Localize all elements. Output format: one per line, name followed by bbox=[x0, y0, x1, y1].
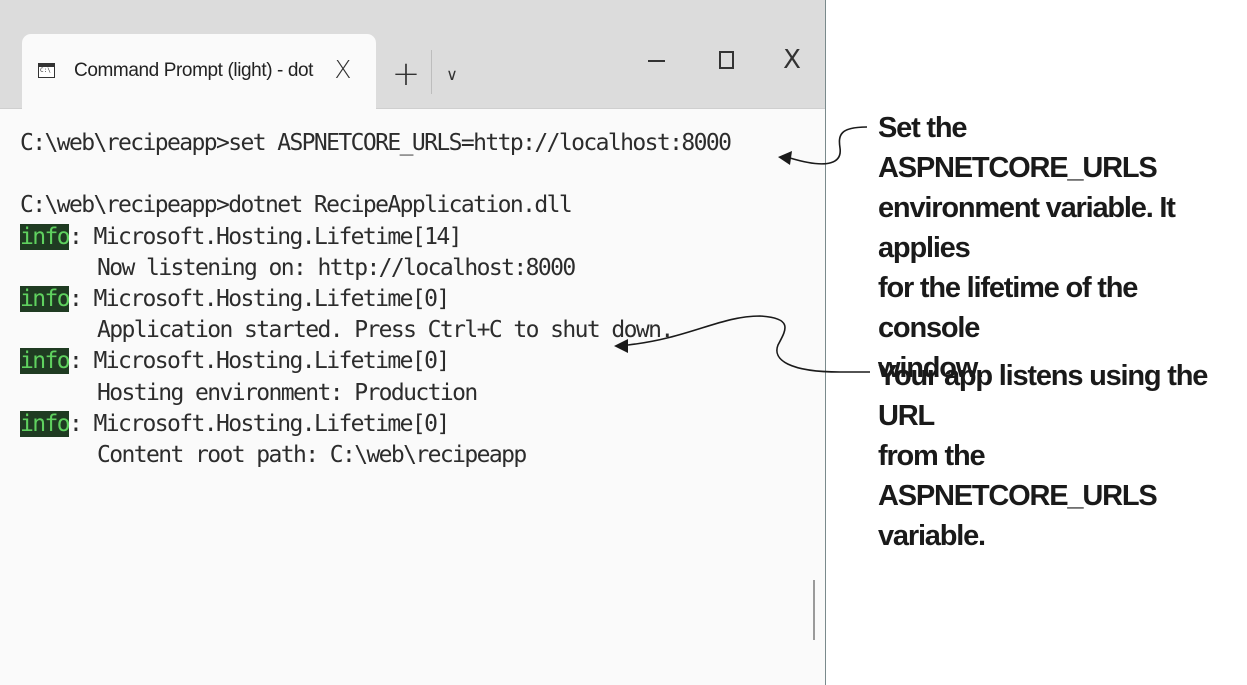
annotation-line: from the ASPNETCORE_URLS bbox=[878, 440, 1158, 512]
console-line-text: : Microsoft.Hosting.Lifetime[0] bbox=[69, 348, 450, 375]
log-level-badge: info bbox=[20, 348, 71, 375]
annotation-line: Your app listens using the URL bbox=[878, 360, 1208, 432]
console-line: Hosting environment: Production bbox=[97, 376, 478, 410]
log-level-badge: info bbox=[20, 410, 71, 437]
log-level-badge: info bbox=[20, 223, 71, 250]
console-line: info: Microsoft.Hosting.Lifetime[0] bbox=[20, 282, 450, 316]
console-line: info: Microsoft.Hosting.Lifetime[0] bbox=[20, 344, 450, 378]
new-tab-button[interactable]: + bbox=[386, 54, 426, 94]
command-prompt-icon: C:\ bbox=[38, 63, 55, 78]
command-prompt-icon-text: C:\ bbox=[40, 67, 51, 74]
tab-close-icon[interactable]: X bbox=[327, 54, 359, 86]
console-line-text: : Microsoft.Hosting.Lifetime[0] bbox=[69, 286, 450, 312]
tab-title: Command Prompt (light) - dot bbox=[74, 60, 314, 81]
console-line: info: Microsoft.Hosting.Lifetime[14] bbox=[20, 220, 463, 254]
annotation-line: variable. bbox=[878, 520, 986, 552]
console-line-text: : Microsoft.Hosting.Lifetime[0] bbox=[69, 410, 450, 437]
console-line: Application started. Press Ctrl+C to shu… bbox=[97, 313, 674, 347]
console-line-text: : Microsoft.Hosting.Lifetime[14] bbox=[69, 223, 463, 250]
console-line-text: C:\web\recipeapp>set ASPNETCORE_URLS=htt… bbox=[20, 130, 732, 156]
title-bar: C:\ Command Prompt (light) - dot X + ∨ X bbox=[0, 0, 825, 110]
tab-command-prompt[interactable]: C:\ Command Prompt (light) - dot X bbox=[22, 34, 376, 110]
console-output[interactable]: C:\web\recipeapp>set ASPNETCORE_URLS=htt… bbox=[0, 112, 810, 685]
log-level-badge: info bbox=[20, 286, 71, 312]
terminal-window: C:\ Command Prompt (light) - dot X + ∨ X… bbox=[0, 0, 826, 685]
console-line: Content root path: C:\web\recipeapp bbox=[97, 438, 527, 472]
console-line: C:\web\recipeapp>set ASPNETCORE_URLS=htt… bbox=[20, 126, 732, 160]
console-line: C:\web\recipeapp>dotnet RecipeApplicatio… bbox=[20, 188, 573, 222]
console-line: Now listening on: http://localhost:8000 bbox=[97, 251, 576, 285]
minimize-button[interactable] bbox=[642, 42, 672, 78]
figure: C:\ Command Prompt (light) - dot X + ∨ X… bbox=[0, 0, 1247, 685]
console-line-text: Application started. Press Ctrl+C to shu… bbox=[97, 317, 674, 344]
console-line-text: C:\web\recipeapp>dotnet RecipeApplicatio… bbox=[20, 192, 573, 219]
annotation-set-variable: Set the ASPNETCORE_URLS environment varia… bbox=[878, 108, 1244, 388]
console-line: info: Microsoft.Hosting.Lifetime[0] bbox=[20, 407, 450, 441]
annotation-app-listens: Your app listens using the URL from the A… bbox=[878, 356, 1244, 556]
console-line-text: Hosting environment: Production bbox=[97, 379, 478, 406]
close-window-button[interactable]: X bbox=[775, 40, 809, 80]
annotation-line: for the lifetime of the console bbox=[878, 272, 1138, 344]
chevron-down-icon[interactable]: ∨ bbox=[440, 60, 464, 90]
scrollbar-thumb[interactable] bbox=[813, 580, 815, 640]
console-line-text: Now listening on: http://localhost:8000 bbox=[97, 254, 576, 281]
annotation-line: environment variable. It applies bbox=[878, 192, 1176, 264]
annotation-line: Set the ASPNETCORE_URLS bbox=[878, 112, 1158, 184]
tab-divider bbox=[431, 50, 432, 94]
maximize-button[interactable] bbox=[712, 42, 742, 78]
console-line-text: Content root path: C:\web\recipeapp bbox=[97, 442, 527, 468]
